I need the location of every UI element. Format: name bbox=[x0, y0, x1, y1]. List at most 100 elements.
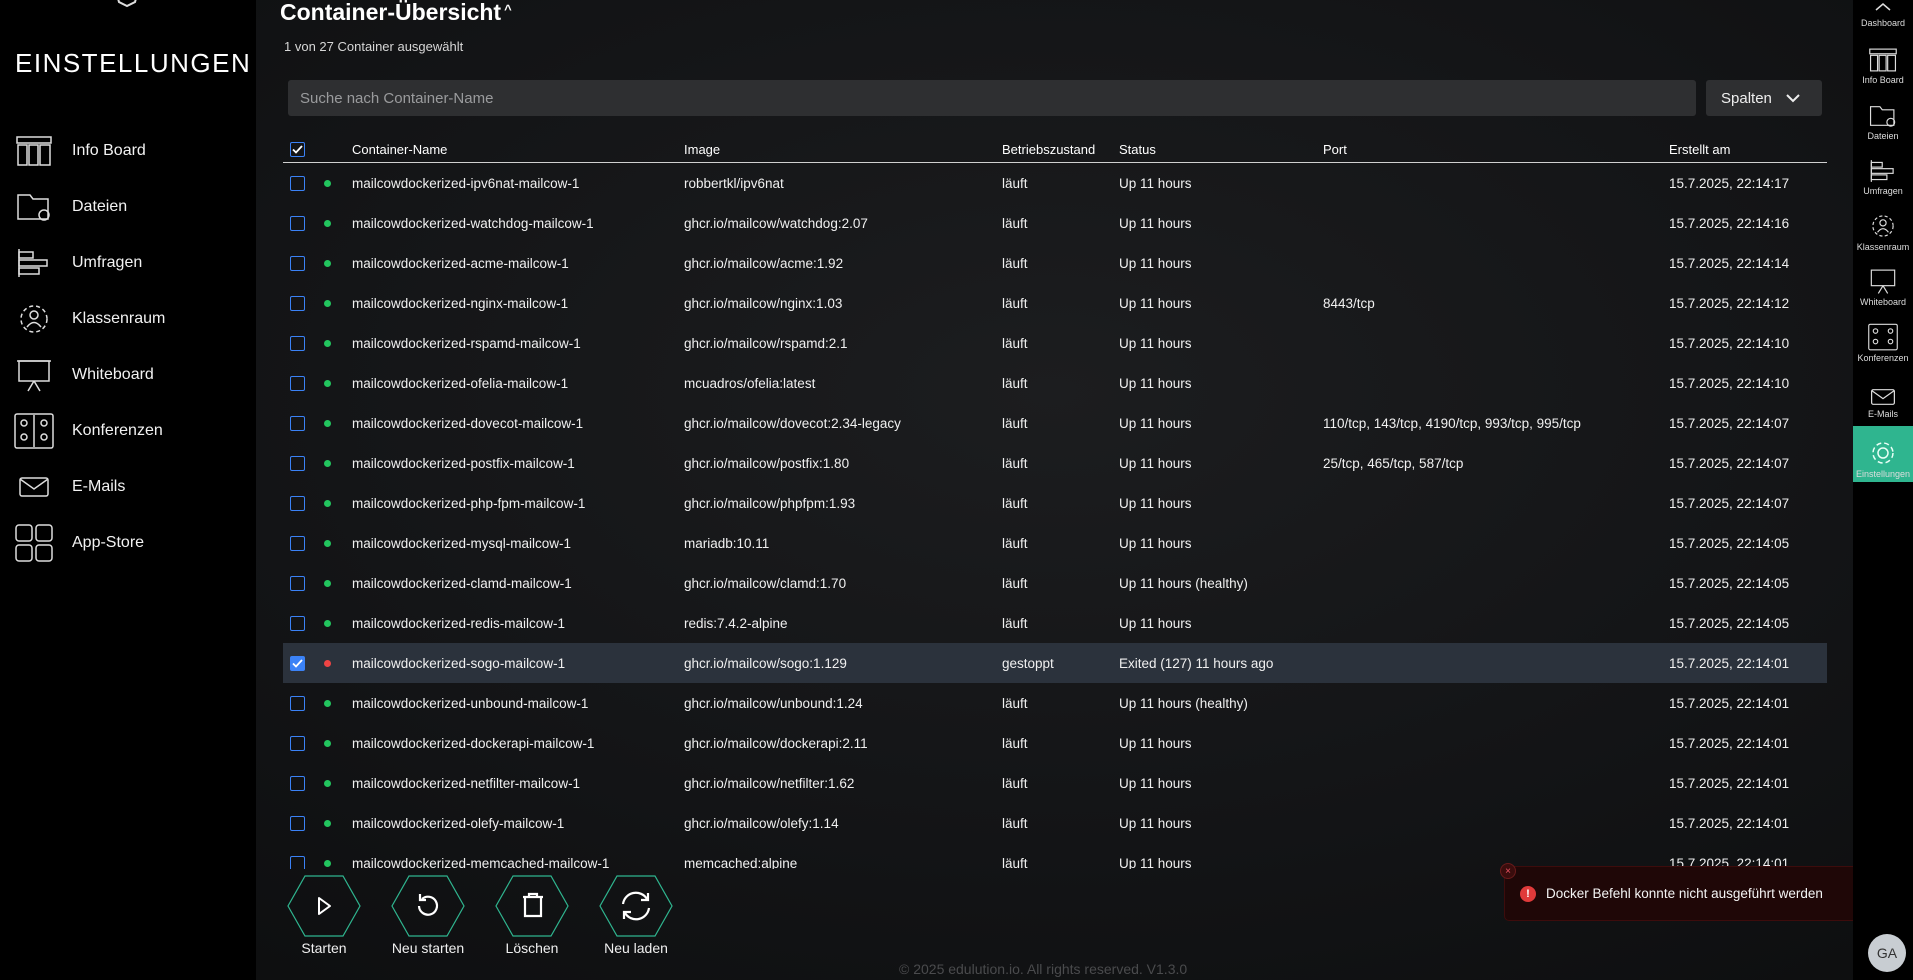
header-name[interactable]: Container-Name bbox=[352, 136, 447, 163]
row-checkbox[interactable] bbox=[290, 723, 305, 763]
select-all-checkbox[interactable] bbox=[290, 136, 305, 163]
settings-gear-icon bbox=[1872, 442, 1894, 464]
rail-item-files[interactable]: Dateien bbox=[1853, 88, 1913, 144]
delete-button[interactable]: Löschen bbox=[487, 874, 577, 956]
header-state[interactable]: Betriebszustand bbox=[1002, 136, 1095, 163]
status-dot-cell bbox=[324, 643, 331, 683]
cell-created: 15.7.2025, 22:14:01 bbox=[1669, 815, 1790, 831]
left-sidebar: EINSTELLUNGEN Info Board Dateien Umfrage… bbox=[0, 0, 256, 980]
row-checkbox[interactable] bbox=[290, 523, 305, 563]
row-checkbox[interactable] bbox=[290, 323, 305, 363]
header-port[interactable]: Port bbox=[1323, 136, 1347, 163]
sidebar-item-whiteboard[interactable]: Whiteboard bbox=[14, 353, 244, 397]
sidebar-item-info-board[interactable]: Info Board bbox=[14, 129, 244, 173]
row-checkbox[interactable] bbox=[290, 843, 305, 869]
row-checkbox[interactable] bbox=[290, 483, 305, 523]
sidebar-item-classroom[interactable]: Klassenraum bbox=[14, 297, 244, 341]
rail-item-info-board[interactable]: Info Board bbox=[1853, 32, 1913, 88]
cell-status: Up 11 hours bbox=[1119, 415, 1192, 431]
rail-item-classroom[interactable]: Klassenraum bbox=[1853, 199, 1913, 255]
table-header: Container-Name Image Betriebszustand Sta… bbox=[283, 136, 1827, 163]
table-row[interactable]: mailcowdockerized-netfilter-mailcow-1 ghc… bbox=[283, 763, 1827, 803]
cell-status: Up 11 hours bbox=[1119, 215, 1192, 231]
header-status[interactable]: Status bbox=[1119, 136, 1156, 163]
sidebar-item-surveys[interactable]: Umfragen bbox=[14, 241, 244, 285]
row-checkbox[interactable] bbox=[290, 283, 305, 323]
reload-button[interactable]: Neu laden bbox=[591, 874, 681, 956]
header-created[interactable]: Erstellt am bbox=[1669, 136, 1730, 163]
row-checkbox[interactable] bbox=[290, 203, 305, 243]
cell-created: 15.7.2025, 22:14:07 bbox=[1669, 415, 1790, 431]
row-checkbox[interactable] bbox=[290, 403, 305, 443]
row-checkbox[interactable] bbox=[290, 763, 305, 803]
avatar[interactable]: GA bbox=[1868, 934, 1906, 972]
row-checkbox[interactable] bbox=[290, 803, 305, 843]
cell-name: mailcowdockerized-mysql-mailcow-1 bbox=[352, 535, 572, 551]
checkbox-box bbox=[290, 775, 305, 791]
columns-button[interactable]: Spalten bbox=[1706, 80, 1822, 116]
footer-copyright: © 2025 edulution.io. All rights reserved… bbox=[899, 961, 1188, 977]
cell-image: memcached:alpine bbox=[684, 855, 798, 870]
row-checkbox[interactable] bbox=[290, 603, 305, 643]
cell-status: Up 11 hours bbox=[1119, 775, 1192, 791]
sidebar-item-mails[interactable]: E-Mails bbox=[14, 465, 244, 509]
rail-item-dashboard[interactable]: Dashboard bbox=[1853, 0, 1913, 31]
table-row[interactable]: mailcowdockerized-sogo-mailcow-1 ghcr.io/… bbox=[283, 643, 1827, 683]
table-row[interactable]: mailcowdockerized-postfix-mailcow-1 ghcr.… bbox=[283, 443, 1827, 483]
sidebar-item-conferences[interactable]: Konferenzen bbox=[14, 409, 244, 453]
rail-item-conferences[interactable]: Konferenzen bbox=[1853, 310, 1913, 366]
row-checkbox[interactable] bbox=[290, 243, 305, 283]
cell-created: 15.7.2025, 22:14:05 bbox=[1669, 535, 1790, 551]
row-checkbox[interactable] bbox=[290, 683, 305, 723]
start-button[interactable]: Starten bbox=[279, 874, 369, 956]
table-row[interactable]: mailcowdockerized-rspamd-mailcow-1 ghcr.i… bbox=[283, 323, 1827, 363]
cell-name: mailcowdockerized-netfilter-mailcow-1 bbox=[352, 775, 581, 791]
table-row[interactable]: mailcowdockerized-redis-mailcow-1 redis:7… bbox=[283, 603, 1827, 643]
right-rail: Dashboard Info Board Dateien Umfragen Kl… bbox=[1853, 0, 1913, 980]
status-dot-cell bbox=[324, 243, 331, 283]
table-row[interactable]: mailcowdockerized-dovecot-mailcow-1 ghcr.… bbox=[283, 403, 1827, 443]
dashboard-icon bbox=[1875, 3, 1891, 11]
search-input[interactable] bbox=[288, 80, 1696, 116]
cell-name: mailcowdockerized-ipv6nat-mailcow-1 bbox=[352, 175, 580, 191]
row-checkbox[interactable] bbox=[290, 443, 305, 483]
table-row[interactable]: mailcowdockerized-unbound-mailcow-1 ghcr.… bbox=[283, 683, 1827, 723]
sidebar-item-files[interactable]: Dateien bbox=[14, 185, 244, 229]
table-row[interactable]: mailcowdockerized-acme-mailcow-1 ghcr.io/… bbox=[283, 243, 1827, 283]
restart-button-label: Neu starten bbox=[391, 940, 465, 956]
sort-caret-icon[interactable]: ^ bbox=[504, 2, 512, 17]
toast-close-icon[interactable]: × bbox=[1500, 863, 1516, 879]
running-status-dot bbox=[324, 739, 331, 747]
cell-image: ghcr.io/mailcow/acme:1.92 bbox=[684, 255, 844, 271]
table-row[interactable]: mailcowdockerized-olefy-mailcow-1 ghcr.io… bbox=[283, 803, 1827, 843]
table-row[interactable]: mailcowdockerized-watchdog-mailcow-1 ghcr… bbox=[283, 203, 1827, 243]
rail-label: Info Board bbox=[1862, 75, 1904, 85]
table-row[interactable]: mailcowdockerized-dockerapi-mailcow-1 ghc… bbox=[283, 723, 1827, 763]
checkbox-box bbox=[290, 335, 305, 351]
rail-item-whiteboard[interactable]: Whiteboard bbox=[1853, 254, 1913, 310]
cell-name: mailcowdockerized-watchdog-mailcow-1 bbox=[352, 215, 594, 231]
rail-item-mails[interactable]: E-Mails bbox=[1853, 366, 1913, 422]
table-row[interactable]: mailcowdockerized-clamd-mailcow-1 ghcr.io… bbox=[283, 563, 1827, 603]
row-checkbox[interactable] bbox=[290, 363, 305, 403]
table-row[interactable]: mailcowdockerized-ofelia-mailcow-1 mcuadr… bbox=[283, 363, 1827, 403]
table-row[interactable]: mailcowdockerized-php-fpm-mailcow-1 ghcr.… bbox=[283, 483, 1827, 523]
rail-item-settings[interactable]: Einstellungen bbox=[1853, 426, 1913, 482]
rail-item-surveys[interactable]: Umfragen bbox=[1853, 143, 1913, 199]
restart-button[interactable]: Neu starten bbox=[383, 874, 473, 956]
header-image[interactable]: Image bbox=[684, 136, 720, 163]
row-checkbox[interactable] bbox=[290, 643, 305, 683]
sidebar-item-label: E-Mails bbox=[72, 478, 126, 495]
cell-state: läuft bbox=[1002, 735, 1028, 751]
sidebar-item-app-store[interactable]: App-Store bbox=[14, 521, 244, 565]
mail-icon bbox=[14, 467, 54, 507]
table-row[interactable]: mailcowdockerized-mysql-mailcow-1 mariadb… bbox=[283, 523, 1827, 563]
checkbox-box bbox=[290, 695, 305, 711]
cell-status: Up 11 hours bbox=[1119, 815, 1192, 831]
row-checkbox[interactable] bbox=[290, 163, 305, 203]
running-status-dot bbox=[324, 819, 331, 827]
table-row[interactable]: mailcowdockerized-nginx-mailcow-1 ghcr.io… bbox=[283, 283, 1827, 323]
row-checkbox[interactable] bbox=[290, 563, 305, 603]
cell-state: läuft bbox=[1002, 375, 1028, 391]
table-row[interactable]: mailcowdockerized-ipv6nat-mailcow-1 robbe… bbox=[283, 163, 1827, 203]
